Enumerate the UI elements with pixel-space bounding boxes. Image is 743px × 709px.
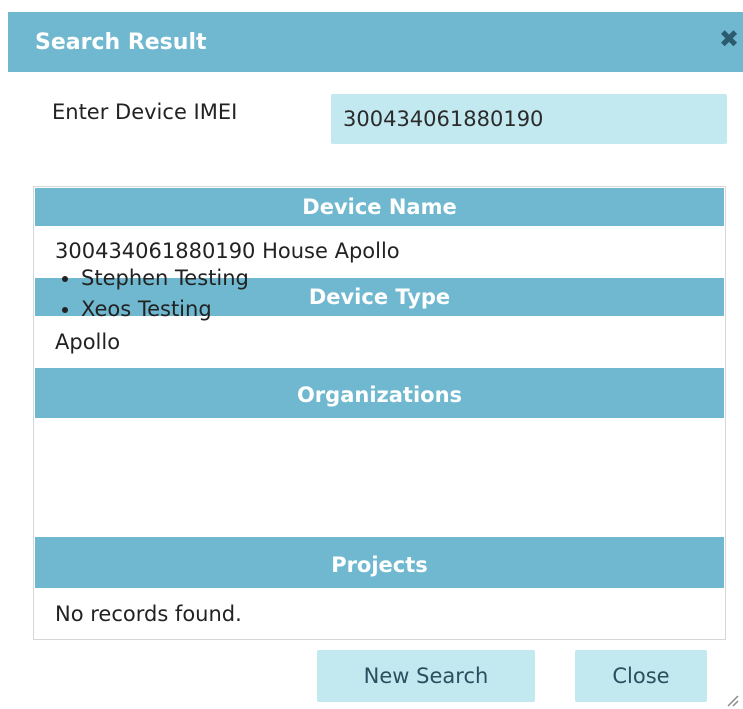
imei-label: Enter Device IMEI	[52, 100, 238, 124]
device-name-value: 300434061880190 House Apollo	[55, 239, 400, 263]
close-button[interactable]: Close	[575, 650, 707, 702]
organizations-header: Organizations	[35, 368, 724, 418]
organizations-list: Stephen Testing Xeos Testing	[55, 263, 249, 325]
resize-grip-icon[interactable]	[725, 693, 739, 707]
device-type-value: Apollo	[55, 330, 121, 354]
imei-input[interactable]	[331, 94, 727, 144]
dialog-titlebar[interactable]: Search Result ✖	[8, 12, 743, 72]
close-icon[interactable]: ✖	[717, 26, 741, 52]
new-search-button[interactable]: New Search	[317, 650, 535, 702]
dialog-title: Search Result	[35, 30, 207, 55]
projects-header: Projects	[35, 537, 724, 588]
result-panel: Device Name 300434061880190 House Apollo…	[33, 186, 726, 640]
projects-value: No records found.	[55, 602, 242, 626]
search-result-dialog: Search Result ✖ Enter Device IMEI Device…	[0, 0, 743, 709]
device-name-header: Device Name	[35, 188, 724, 226]
list-item: Xeos Testing	[81, 294, 249, 325]
list-item: Stephen Testing	[81, 263, 249, 294]
